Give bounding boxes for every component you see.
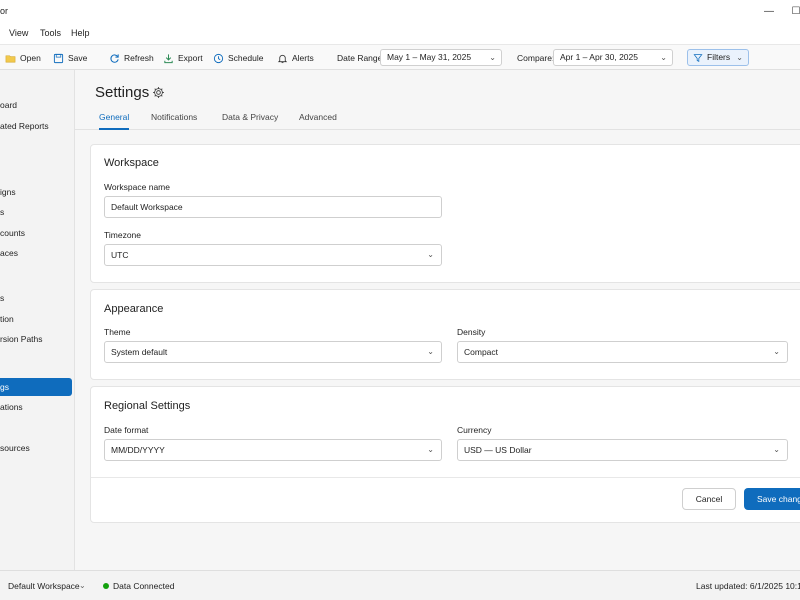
chevron-down-icon: ⌄ — [427, 347, 434, 356]
theme-value: System default — [111, 347, 168, 357]
currency-label: Currency — [457, 425, 492, 435]
maximize-button[interactable]: ☐ — [788, 4, 800, 20]
workspace-card: Workspace Workspace name Default Workspa… — [90, 144, 800, 283]
open-button[interactable]: Open — [5, 50, 41, 66]
save-icon — [53, 53, 64, 63]
chevron-down-icon: ⌄ — [773, 347, 780, 356]
connection-status: Data Connected — [113, 581, 175, 591]
folder-icon — [5, 54, 16, 62]
tab-advanced[interactable]: Advanced — [299, 112, 337, 130]
connection-status-icon — [103, 583, 109, 589]
save-changes-button[interactable]: Save changes — [744, 488, 800, 510]
menu-help[interactable]: Help — [71, 28, 90, 38]
chevron-down-icon: ⌄ — [427, 445, 434, 454]
date-format-label: Date format — [104, 425, 149, 435]
sidebar-item-attribution[interactable]: tion — [0, 310, 72, 328]
timezone-value: UTC — [111, 250, 129, 260]
bell-icon — [277, 54, 288, 63]
sidebar-item-ads[interactable]: s — [0, 203, 72, 221]
page-title: Settings — [95, 84, 150, 101]
chevron-down-icon: ⌄ — [427, 250, 434, 259]
alerts-button[interactable]: Alerts — [277, 50, 314, 66]
compare-select[interactable]: Apr 1 – Apr 30, 2025 ⌄ — [553, 49, 673, 66]
chevron-down-icon: ⌄ — [489, 53, 496, 62]
date-format-select[interactable]: MM/DD/YYYY ⌄ — [104, 439, 442, 461]
status-bar: Default Workspace ⌄ Data Connected Last … — [0, 570, 800, 600]
filters-label: Filters — [707, 52, 731, 62]
window-title: or — [0, 6, 9, 16]
sidebar: oard ated Reports igns s counts aces s t… — [0, 70, 75, 570]
export-button[interactable]: Export — [163, 50, 203, 66]
tab-notifications[interactable]: Notifications — [151, 112, 197, 130]
settings-tabs: General Notifications Data & Privacy Adv… — [75, 110, 800, 130]
clock-icon — [213, 53, 224, 63]
schedule-label: Schedule — [228, 53, 264, 63]
divider — [91, 477, 800, 478]
filters-button[interactable]: Filters ⌄ — [687, 49, 749, 66]
regional-heading: Regional Settings — [104, 400, 191, 412]
refresh-button[interactable]: Refresh — [109, 50, 154, 66]
refresh-label: Refresh — [124, 53, 154, 63]
chevron-down-icon[interactable]: ⌄ — [79, 581, 86, 590]
export-icon — [164, 53, 173, 63]
export-label: Export — [178, 53, 203, 63]
tab-data-privacy[interactable]: Data & Privacy — [222, 112, 278, 130]
chevron-down-icon: ⌄ — [773, 445, 780, 454]
compare-label: Compare: — [517, 53, 555, 63]
appearance-card: Appearance Theme System default ⌄ Densit… — [90, 289, 800, 380]
compare-value: Apr 1 – Apr 30, 2025 — [560, 52, 638, 62]
open-label: Open — [20, 53, 41, 63]
sidebar-item-data-sources[interactable]: sources — [0, 439, 72, 457]
theme-label: Theme — [104, 327, 131, 337]
timezone-label: Timezone — [104, 230, 142, 240]
currency-value: USD — US Dollar — [464, 445, 532, 455]
refresh-icon — [110, 53, 119, 63]
sidebar-item-audiences[interactable]: aces — [0, 244, 72, 262]
sidebar-item-settings[interactable]: gs — [0, 378, 72, 396]
date-format-value: MM/DD/YYYY — [111, 445, 165, 455]
theme-select[interactable]: System default ⌄ — [104, 341, 442, 363]
timezone-select[interactable]: UTC ⌄ — [104, 244, 442, 266]
toolbar: Open Save Refresh Export Schedule Alerts… — [0, 44, 800, 70]
workspace-heading: Workspace — [104, 157, 159, 169]
alerts-label: Alerts — [292, 53, 314, 63]
sidebar-item-conversion-paths[interactable]: rsion Paths — [0, 330, 72, 348]
gear-icon — [153, 87, 164, 98]
date-range-label: Date Range: — [337, 53, 385, 63]
last-updated: Last updated: 6/1/2025 10:15 — [696, 581, 800, 591]
tab-general[interactable]: General — [99, 112, 130, 130]
sidebar-item-goals[interactable]: s — [0, 289, 72, 307]
density-value: Compact — [464, 347, 499, 357]
workspace-name-value: Default Workspace — [111, 202, 183, 212]
sidebar-item-campaigns[interactable]: igns — [0, 183, 72, 201]
chevron-down-icon: ⌄ — [660, 53, 667, 62]
density-select[interactable]: Compact ⌄ — [457, 341, 788, 363]
minimize-button[interactable]: — — [761, 4, 777, 20]
sidebar-item-accounts[interactable]: counts — [0, 224, 72, 242]
workspace-name-label: Workspace name — [104, 182, 170, 192]
chevron-down-icon: ⌄ — [736, 53, 743, 62]
date-range-select[interactable]: May 1 – May 31, 2025 ⌄ — [380, 49, 502, 66]
schedule-button[interactable]: Schedule — [213, 50, 263, 66]
save-label: Save — [68, 53, 88, 63]
sidebar-item-automated-reports[interactable]: ated Reports — [0, 117, 72, 135]
sidebar-item-dashboard[interactable]: oard — [0, 96, 72, 114]
appearance-heading: Appearance — [104, 303, 164, 315]
density-label: Density — [457, 327, 486, 337]
save-button[interactable]: Save — [53, 50, 87, 66]
menu-view[interactable]: View — [9, 28, 28, 38]
workspace-name-input[interactable]: Default Workspace — [104, 196, 442, 218]
title-bar: or — ☐ — [0, 0, 800, 24]
filter-icon — [693, 54, 703, 62]
menu-bar: View Tools Help — [0, 24, 800, 44]
sidebar-item-integrations[interactable]: ations — [0, 398, 72, 416]
main-content: Settings General Notifications Data & Pr… — [75, 70, 800, 570]
menu-tools[interactable]: Tools — [40, 28, 61, 38]
cancel-button[interactable]: Cancel — [682, 488, 736, 510]
workspace-switcher[interactable]: Default Workspace — [8, 581, 80, 591]
date-range-value: May 1 – May 31, 2025 — [387, 52, 472, 62]
currency-select[interactable]: USD — US Dollar ⌄ — [457, 439, 788, 461]
